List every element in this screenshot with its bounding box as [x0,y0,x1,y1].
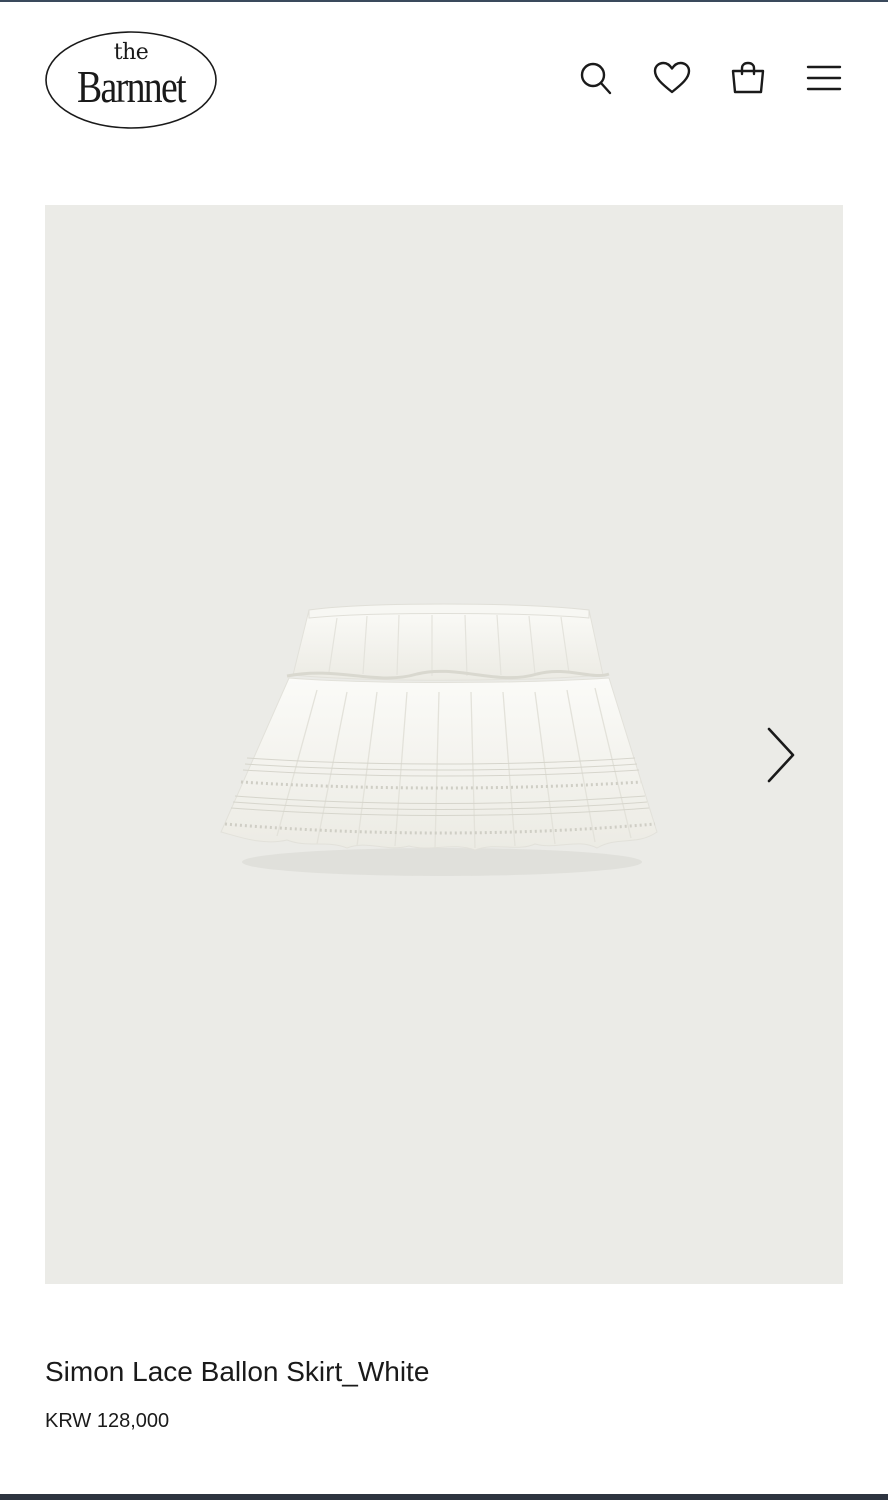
cart-button[interactable] [728,58,768,98]
heart-icon [653,61,691,94]
bottom-border [0,1494,888,1500]
next-image-button[interactable] [761,723,801,787]
product-image [220,603,658,876]
product-image-gallery[interactable] [45,205,843,1284]
brand-logo[interactable]: the Barnnet [44,30,218,130]
chevron-right-icon [767,727,795,783]
logo-main-text: Barnnet [77,61,187,112]
search-icon [580,62,612,95]
header-actions [576,58,844,98]
top-border [0,0,888,2]
product-title: Simon Lace Ballon Skirt_White [45,1356,430,1387]
product-price: KRW 128,000 [45,1410,170,1432]
product-page: the Barnnet Simon Lace Ballon Skirt_Whit… [0,0,888,1500]
shopping-bag-icon [731,61,765,94]
search-button[interactable] [576,58,616,98]
menu-button[interactable] [804,58,844,98]
wishlist-button[interactable] [652,58,692,98]
menu-icon [806,65,842,91]
